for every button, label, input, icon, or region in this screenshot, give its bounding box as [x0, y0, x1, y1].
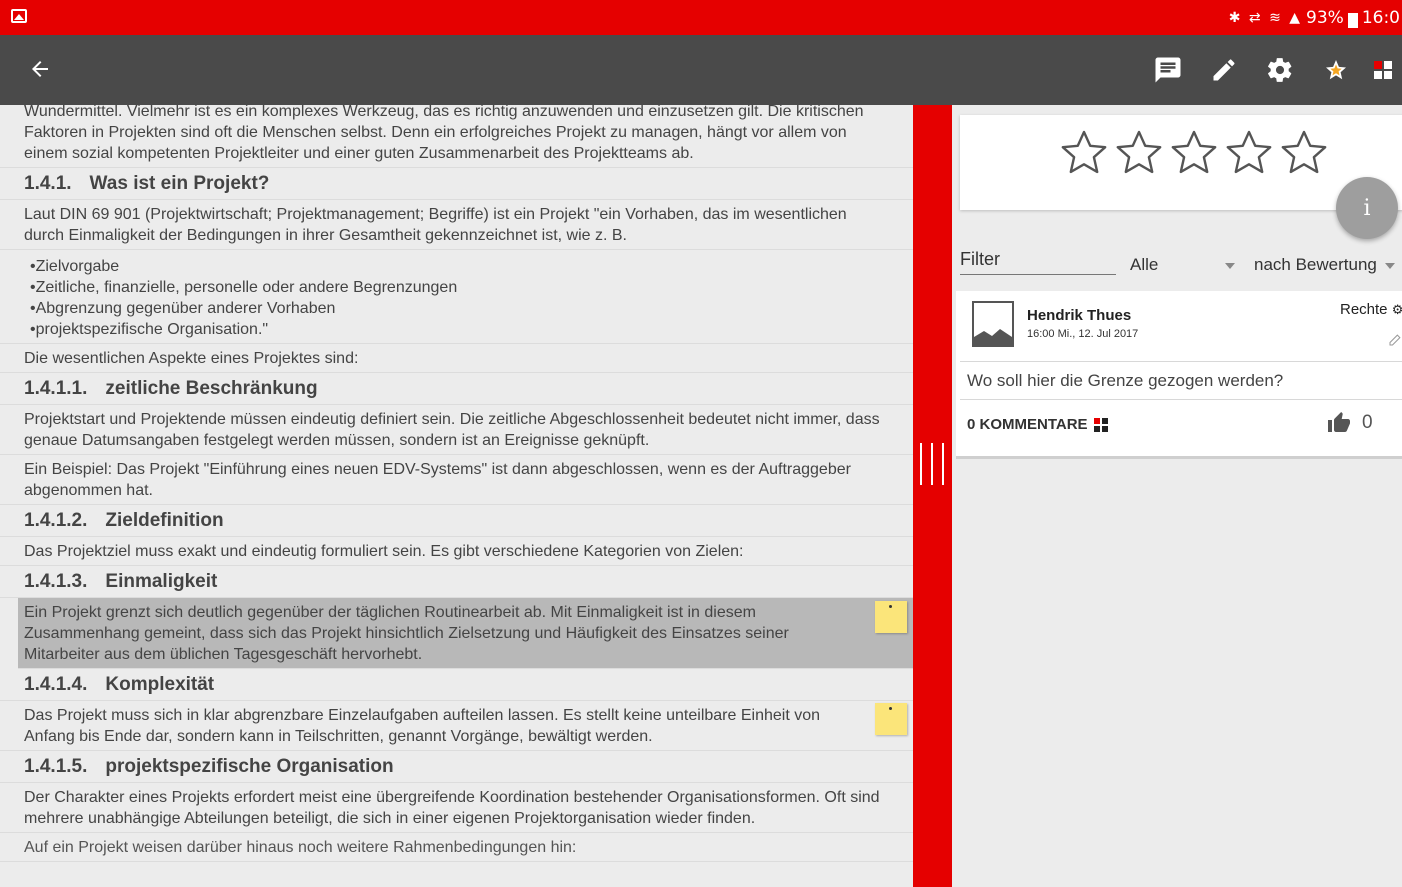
- chevron-down-icon: [1225, 263, 1235, 269]
- star-outline-icon[interactable]: [1115, 129, 1163, 175]
- edit-icon[interactable]: [1206, 52, 1242, 88]
- paragraph-1-4-1[interactable]: Laut DIN 69 901 (Projektwirtschaft; Proj…: [0, 200, 913, 250]
- paragraph-1-4-1-2[interactable]: Das Projektziel muss exakt und eindeutig…: [0, 537, 913, 566]
- heading-1-4-1-4[interactable]: 1.4.1.4. Komplexität: [0, 669, 913, 701]
- paragraph-1-4-1-1-a[interactable]: Projektstart und Projektende müssen eind…: [0, 405, 913, 455]
- comment-text: Wo soll hier die Grenze gezogen werden?: [967, 371, 1284, 390]
- sort-value: nach Bewertung: [1254, 255, 1377, 274]
- author-name[interactable]: Hendrik Thues: [1027, 307, 1131, 324]
- thumbs-up-icon: [1328, 412, 1350, 432]
- heading-number: 1.4.1.5.: [24, 756, 88, 777]
- rights-label: Rechte: [1340, 301, 1388, 318]
- heading-title: Einmaligkeit: [105, 571, 218, 592]
- star-outline-icon[interactable]: [1225, 129, 1273, 175]
- star-outline-icon[interactable]: [1280, 129, 1328, 175]
- pencil-icon[interactable]: [1388, 331, 1402, 352]
- gallery-icon: [11, 9, 27, 23]
- heading-number: 1.4.1.: [24, 173, 72, 194]
- sort-dropdown[interactable]: nach Bewertung: [1254, 255, 1395, 275]
- sticky-note-icon[interactable]: [875, 601, 907, 633]
- heading-title: projektspezifische Organisation: [105, 756, 394, 777]
- paragraph-text: Das Projekt muss sich in klar abgrenzbar…: [24, 707, 820, 745]
- paragraph-1-4-1-1-b[interactable]: Ein Beispiel: Das Projekt "Einführung ei…: [0, 455, 913, 505]
- info-button[interactable]: i: [1336, 177, 1398, 239]
- star-outline-icon[interactable]: [1170, 129, 1218, 175]
- filter-row: Filter Alle nach Bewertung: [952, 247, 1402, 279]
- battery-level: 93%: [1306, 8, 1344, 28]
- heading-number: 1.4.1.4.: [24, 674, 88, 695]
- paragraph-cut-off[interactable]: Auf ein Projekt weisen darüber hinaus no…: [0, 833, 913, 862]
- divider: [960, 361, 1402, 362]
- comments-label: 0 KOMMENTARE: [967, 416, 1088, 433]
- paragraph-1-4-1-5[interactable]: Der Charakter eines Projekts erfordert m…: [0, 783, 913, 833]
- filter-label: Filter: [960, 249, 1116, 275]
- star-icon[interactable]: [1318, 52, 1354, 88]
- status-bar: ✱ ⇄ ≋ ▲ 93% 16:0: [0, 0, 1402, 35]
- rights-button[interactable]: Rechte ⚙: [1340, 301, 1402, 318]
- battery-icon: [1347, 12, 1358, 28]
- filter-scope-value: Alle: [1130, 255, 1159, 274]
- star-rating[interactable]: [1060, 129, 1328, 175]
- paragraph-text: Ein Projekt grenzt sich deutlich gegenüb…: [24, 604, 789, 663]
- heading-1-4-1-1[interactable]: 1.4.1.1. zeitliche Beschränkung: [0, 373, 913, 405]
- rating-card: i: [960, 115, 1402, 239]
- comments-pane: i Filter Alle nach Bewertung Hendrik Thu…: [952, 105, 1402, 887]
- list-item: •Zielvorgabe: [30, 258, 120, 275]
- sticky-note-icon[interactable]: [875, 703, 907, 735]
- like-button[interactable]: 0: [1326, 411, 1373, 435]
- heading-1-4-1-5[interactable]: 1.4.1.5. projektspezifische Organisation: [0, 751, 913, 783]
- list-item: •projektspezifische Organisation.": [30, 321, 269, 338]
- grid-icon: [1093, 417, 1108, 432]
- gear-icon: ⚙: [1391, 302, 1402, 317]
- settings-icon[interactable]: [1262, 52, 1298, 88]
- heading-1-4-1-2[interactable]: 1.4.1.2. Zieldefinition: [0, 505, 913, 537]
- paragraph-1-4-1-3-highlighted[interactable]: Ein Projekt grenzt sich deutlich gegenüb…: [18, 598, 913, 669]
- comments-count-button[interactable]: 0 KOMMENTARE: [967, 416, 1108, 433]
- paragraph-1-4-1-4[interactable]: Das Projekt muss sich in klar abgrenzbar…: [0, 701, 913, 751]
- heading-number: 1.4.1.3.: [24, 571, 88, 592]
- back-arrow-icon[interactable]: [28, 57, 52, 81]
- status-right: ✱ ⇄ ≋ ▲ 93% 16:0: [1229, 8, 1400, 28]
- filter-scope-dropdown[interactable]: Alle: [1130, 255, 1240, 275]
- list-item: •Zeitliche, finanzielle, personelle oder…: [30, 279, 458, 296]
- grid-icon[interactable]: [1374, 52, 1402, 88]
- split-divider[interactable]: [913, 105, 952, 887]
- heading-title: Zieldefinition: [105, 510, 224, 531]
- paragraph-aspects[interactable]: Die wesentlichen Aspekte eines Projektes…: [0, 344, 913, 373]
- heading-1-4-1[interactable]: 1.4.1. Was ist ein Projekt?: [0, 168, 913, 200]
- app-toolbar: [0, 35, 1402, 105]
- list-item: •Abgrenzung gegenüber anderer Vorhaben: [30, 300, 336, 317]
- heading-number: 1.4.1.2.: [24, 510, 88, 531]
- heading-title: Komplexität: [105, 674, 215, 695]
- avatar-placeholder-icon: [972, 301, 1014, 347]
- chevron-down-icon: [1384, 262, 1395, 269]
- comment-icon[interactable]: [1150, 52, 1186, 88]
- clock: 16:0: [1361, 8, 1400, 28]
- heading-1-4-1-3[interactable]: 1.4.1.3. Einmaligkeit: [0, 566, 913, 598]
- like-count: 0: [1362, 412, 1373, 433]
- document-pane: Wundermittel. Vielmehr ist es ein komple…: [0, 105, 913, 887]
- status-icons: ✱ ⇄ ≋ ▲: [1228, 10, 1303, 26]
- paragraph-intro[interactable]: Wundermittel. Vielmehr ist es ein komple…: [0, 105, 913, 168]
- heading-title: zeitliche Beschränkung: [105, 378, 318, 399]
- heading-number: 1.4.1.1.: [24, 378, 88, 399]
- star-outline-icon[interactable]: [1060, 129, 1108, 175]
- post-date: 16:00 Mi., 12. Jul 2017: [1027, 328, 1139, 340]
- drag-handle-icon[interactable]: [920, 443, 944, 485]
- toolbar-actions: [1150, 52, 1402, 88]
- divider: [960, 399, 1402, 400]
- definition-list[interactable]: •Zielvorgabe •Zeitliche, finanzielle, pe…: [0, 250, 913, 344]
- comment-card[interactable]: Hendrik Thues 16:00 Mi., 12. Jul 2017 Re…: [956, 291, 1402, 459]
- heading-title: Was ist ein Projekt?: [89, 173, 270, 194]
